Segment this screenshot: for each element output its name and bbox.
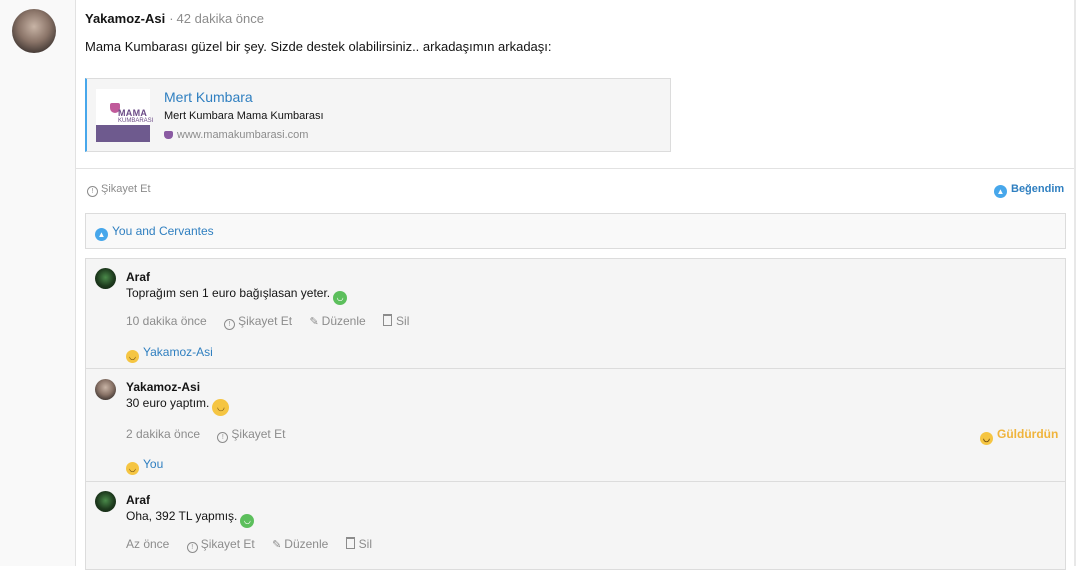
comment-meta: Az önce ! Şikayet Et ✎ Düzenle Sil [126,537,386,553]
comment-text: Toprağım sen 1 euro bağışlasan yeter. ◡ [126,286,348,305]
laugh-reaction-button[interactable]: ◡ Güldürdün [980,427,1058,445]
comment-text-content: 30 euro yaptım. [126,396,210,410]
laugh-reaction-label: Güldürdün [997,427,1059,441]
trash-icon [383,314,393,326]
comment-item: Yakamoz-Asi 30 euro yaptım. ◡ 2 dakika ön… [86,369,1065,480]
link-preview-url-text: www.mamakumbarasi.com [177,129,309,141]
comment-edit-button[interactable]: ✎ Düzenle [309,314,365,328]
left-rail [0,0,76,566]
like-post-button[interactable]: ▲ Beğendim [994,183,1064,198]
comment-report-button[interactable]: ! Şikayet Et [217,427,286,443]
comment-author-name[interactable]: Araf [126,270,150,284]
link-preview-title[interactable]: Mert Kumbara [164,89,253,105]
link-preview-description: Mert Kumbara Mama Kumbarası [164,110,324,122]
comment-delete-label: Sil [358,537,373,551]
comment-delete-button[interactable]: Sil [345,537,373,551]
comment-report-label: Şikayet Et [200,537,255,551]
comment-text: 30 euro yaptım. ◡ [126,396,230,416]
report-post-label: Şikayet Et [101,183,151,195]
comment-reactions[interactable]: ◡ You [126,457,163,475]
laugh-emoji-icon: ◡ [126,462,139,475]
post-header: Yakamoz-Asi · 42 dakika önce [85,11,264,26]
comment-report-button[interactable]: ! Şikayet Et [186,537,255,553]
report-post-button[interactable]: ! Şikayet Et [87,183,151,197]
comment-report-label: Şikayet Et [231,427,286,441]
comment-text-content: Oha, 392 TL yapmış. [126,509,238,523]
comment-author-avatar[interactable] [95,491,116,512]
thumbnail-logo-subtext: KUMBARASI [118,118,154,124]
likes-summary[interactable]: ▲ You and Cervantes [95,224,214,241]
comment-meta: 10 dakika önce ! Şikayet Et ✎ Düzenle Sil [126,314,423,330]
comment-reactions[interactable]: ◡ Yakamoz-Asi [126,345,213,363]
comment-edit-label: Düzenle [321,314,366,328]
comment-author-name[interactable]: Araf [126,493,150,507]
post-author-name[interactable]: Yakamoz-Asi [85,11,165,26]
comment-delete-button[interactable]: Sil [383,314,409,328]
comment-edit-button[interactable]: ✎ Düzenle [272,537,328,551]
laugh-emoji-icon: ◡ [126,350,139,363]
thumbnail-logo-text: MAMA [118,108,148,118]
trash-icon [345,537,355,549]
comment-author-name[interactable]: Yakamoz-Asi [126,380,200,394]
comment-author-avatar[interactable] [95,268,116,289]
grin-emoji-icon: ◡ [240,514,255,528]
likes-summary-text: You and Cervantes [112,224,214,238]
post-author-avatar[interactable] [12,9,56,53]
comment-item: Araf Oha, 392 TL yapmış. ◡ Az önce ! Şikay… [86,482,1065,572]
site-favicon-icon [164,131,173,139]
link-preview-thumbnail[interactable]: MAMA KUMBARASI [96,89,154,142]
link-preview-url: www.mamakumbarasi.com [164,129,308,141]
grin-emoji-icon: ◡ [212,399,230,416]
warning-icon: ! [186,542,198,553]
comment-meta: 2 dakika önce ! Şikayet Et [126,427,299,443]
pencil-icon: ✎ [309,316,319,328]
likes-summary-bar: ▲ You and Cervantes [85,213,1066,249]
pencil-icon: ✎ [272,539,282,551]
laugh-emoji-icon: ◡ [980,432,993,445]
comment-reactions-text: You [143,457,164,471]
comment-delete-label: Sil [396,314,410,328]
comment-edit-label: Düzenle [284,537,329,551]
link-preview-card[interactable]: MAMA KUMBARASI Mert Kumbara Mert Kumbara… [85,78,671,152]
warning-icon: ! [217,432,229,443]
post-time[interactable]: 42 dakika önce [177,11,264,26]
comment-text: Oha, 392 TL yapmış. ◡ [126,509,255,528]
comment-author-avatar[interactable] [95,379,116,400]
warning-icon: ! [87,186,98,197]
comment-report-label: Şikayet Et [238,314,293,328]
comment-text-content: Toprağım sen 1 euro bağışlasan yeter. [126,286,331,300]
comment-time[interactable]: 10 dakika önce [126,314,207,328]
comment-reactions-text: Yakamoz-Asi [143,345,213,359]
thumbs-up-icon: ▲ [95,228,108,241]
warning-icon: ! [224,319,236,330]
post-divider [75,168,1074,169]
comment-item: Araf Toprağım sen 1 euro bağışlasan yete… [86,259,1065,368]
comments-list: Araf Toprağım sen 1 euro bağışlasan yete… [85,258,1066,570]
header-separator: · [169,11,174,26]
comment-time[interactable]: 2 dakika önce [126,427,200,441]
like-post-label: Beğendim [1011,183,1065,195]
comment-report-button[interactable]: ! Şikayet Et [224,314,293,330]
comment-time[interactable]: Az önce [126,537,169,551]
grin-emoji-icon: ◡ [333,291,348,305]
thumbs-up-icon: ▲ [994,185,1007,198]
post-body-text: Mama Kumbarası güzel bir şey. Sizde dest… [85,39,552,54]
thumbnail-bar [96,125,150,142]
